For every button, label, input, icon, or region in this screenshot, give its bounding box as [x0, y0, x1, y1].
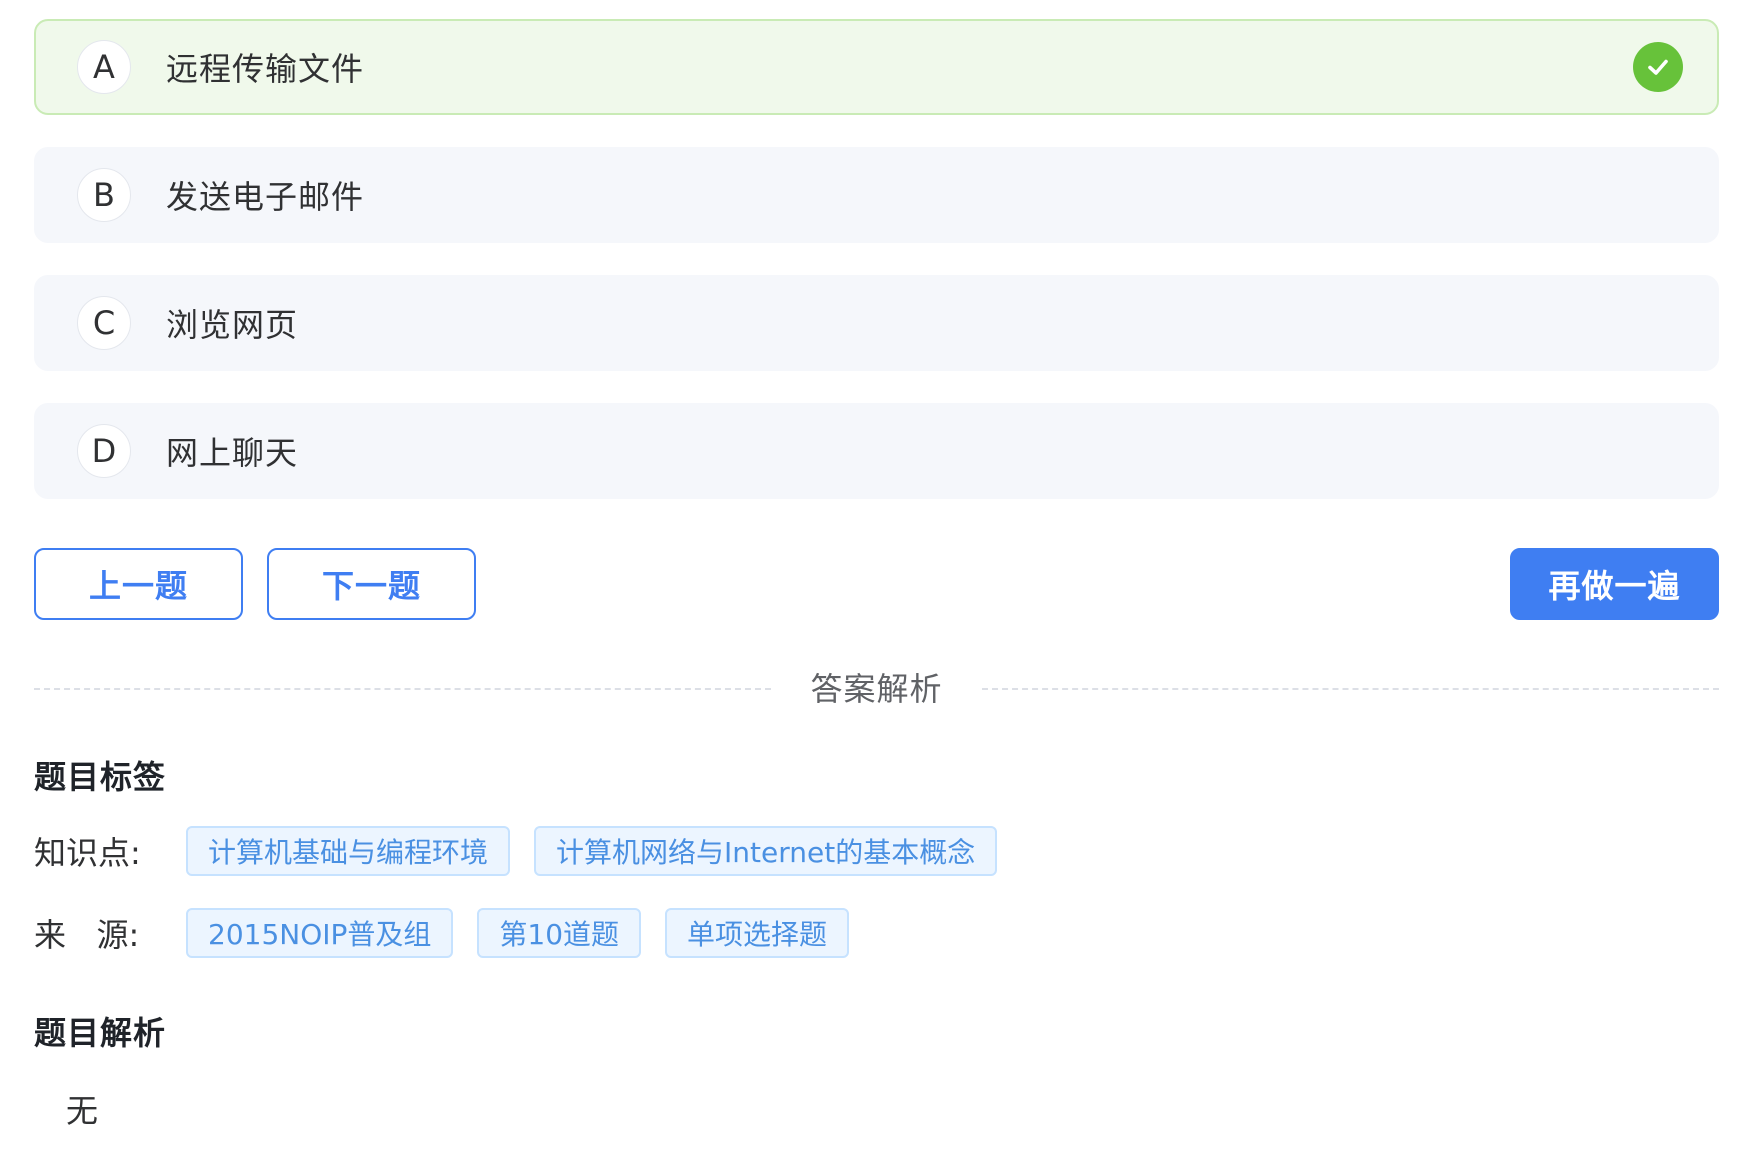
source-tag[interactable]: 单项选择题 [665, 908, 850, 958]
option-letter-badge: B [77, 168, 131, 222]
source-tag-row: 来 源: 2015NOIP普及组 第10道题 单项选择题 [34, 908, 873, 958]
knowledge-label: 知识点: [34, 834, 141, 872]
action-bar: 上一题 下一题 再做一遍 [34, 548, 1719, 620]
source-tag[interactable]: 第10道题 [477, 908, 642, 958]
source-label: 来 源: [34, 916, 140, 954]
option-c[interactable]: C 浏览网页 [34, 275, 1719, 371]
question-page: A 远程传输文件 B 发送电子邮件 C 浏览网页 D 网上聊天 上一题 下一题 … [0, 0, 1748, 1172]
knowledge-tag[interactable]: 计算机基础与编程环境 [186, 826, 511, 876]
answer-analysis-divider: 答案解析 [34, 665, 1719, 713]
option-letter-badge: A [77, 40, 131, 94]
option-text: 浏览网页 [166, 306, 299, 344]
option-letter-badge: C [77, 296, 131, 350]
analysis-content: 无 [66, 1092, 99, 1130]
tags-section-title: 题目标签 [34, 758, 167, 796]
option-letter-badge: D [77, 424, 131, 478]
option-text: 网上聊天 [166, 434, 299, 472]
divider-line-right [982, 688, 1719, 690]
option-d[interactable]: D 网上聊天 [34, 403, 1719, 499]
next-question-button[interactable]: 下一题 [267, 548, 476, 620]
knowledge-tag[interactable]: 计算机网络与Internet的基本概念 [534, 826, 998, 876]
analysis-section-title: 题目解析 [34, 1014, 167, 1052]
check-circle-icon [1633, 42, 1683, 92]
option-text: 发送电子邮件 [166, 178, 365, 216]
redo-button[interactable]: 再做一遍 [1510, 548, 1719, 620]
source-tag[interactable]: 2015NOIP普及组 [186, 908, 454, 958]
option-text: 远程传输文件 [166, 50, 365, 88]
option-list: A 远程传输文件 B 发送电子邮件 C 浏览网页 D 网上聊天 [34, 19, 1719, 531]
prev-question-button[interactable]: 上一题 [34, 548, 243, 620]
option-a[interactable]: A 远程传输文件 [34, 19, 1719, 115]
knowledge-tag-row: 知识点: 计算机基础与编程环境 计算机网络与Internet的基本概念 [34, 826, 1021, 876]
option-b[interactable]: B 发送电子邮件 [34, 147, 1719, 243]
